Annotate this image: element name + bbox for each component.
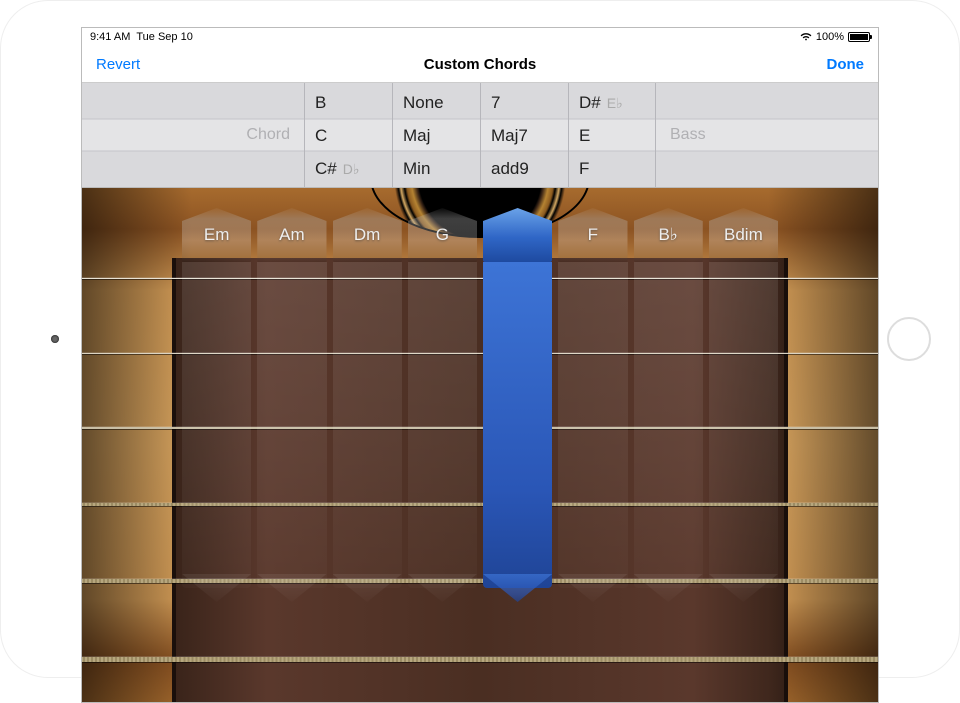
chord-strip-4[interactable]: G <box>408 208 477 568</box>
picker-opt: add9 <box>491 152 558 185</box>
guitar-surface: Em Am Dm G CM7/E <box>82 188 878 702</box>
wifi-icon <box>800 32 812 42</box>
chord-body[interactable] <box>182 262 251 588</box>
chord-label: CM7/E <box>483 208 552 262</box>
picker-col-quality[interactable]: None Maj Min <box>392 83 480 187</box>
chord-picker: Chord B C C#D♭ None Maj Min 7 Maj7 add9 <box>82 82 878 188</box>
battery-icon <box>848 32 870 42</box>
picker-opt: D#E♭ <box>579 86 645 119</box>
picker-opt: B <box>315 86 382 119</box>
picker-opt: C#D♭ <box>315 152 382 185</box>
chord-body[interactable] <box>709 262 778 588</box>
status-battery-pct: 100% <box>816 31 844 43</box>
status-bar: 9:41 AM Tue Sep 10 100% <box>82 28 878 46</box>
chord-strip-6[interactable]: F <box>558 208 627 568</box>
chord-strip-8[interactable]: Bdim <box>709 208 778 568</box>
chord-strip-5[interactable]: CM7/E <box>483 208 552 568</box>
chord-body[interactable] <box>333 262 402 588</box>
chord-body[interactable] <box>483 262 552 588</box>
chord-strip-row: Em Am Dm G CM7/E <box>182 208 778 568</box>
picker-opt: 7 <box>491 86 558 119</box>
picker-opt-selected: Maj7 <box>491 119 558 152</box>
chord-label: Dm <box>333 208 402 262</box>
chord-label: B♭ <box>634 208 703 262</box>
chord-strip-2[interactable]: Am <box>257 208 326 568</box>
picker-col-bass[interactable]: D#E♭ E F <box>568 83 656 187</box>
picker-opt: Min <box>403 152 470 185</box>
chord-label: Bdim <box>709 208 778 262</box>
status-date: Tue Sep 10 <box>136 31 192 43</box>
nav-title: Custom Chords <box>424 56 537 73</box>
picker-opt-selected: Maj <box>403 119 470 152</box>
chord-label: Am <box>257 208 326 262</box>
nav-bar: Revert Custom Chords Done <box>82 46 878 82</box>
picker-columns: B C C#D♭ None Maj Min 7 Maj7 add9 D#E♭ E <box>304 83 656 187</box>
done-button[interactable]: Done <box>827 56 865 73</box>
picker-opt-selected: E <box>579 119 645 152</box>
chord-strip-3[interactable]: Dm <box>333 208 402 568</box>
chord-body[interactable] <box>408 262 477 588</box>
chord-body[interactable] <box>257 262 326 588</box>
chord-body[interactable] <box>558 262 627 588</box>
front-camera <box>51 335 59 343</box>
screen: 9:41 AM Tue Sep 10 100% Revert Custom Ch… <box>81 27 879 703</box>
chord-label: F <box>558 208 627 262</box>
chord-label: Em <box>182 208 251 262</box>
picker-label-bass: Bass <box>656 126 726 144</box>
chord-strip-7[interactable]: B♭ <box>634 208 703 568</box>
picker-opt: F <box>579 152 645 185</box>
picker-col-root[interactable]: B C C#D♭ <box>304 83 392 187</box>
chord-strip-1[interactable]: Em <box>182 208 251 568</box>
chord-body[interactable] <box>634 262 703 588</box>
home-button[interactable] <box>887 317 931 361</box>
picker-label-chord: Chord <box>234 126 304 144</box>
picker-opt-selected: C <box>315 119 382 152</box>
picker-col-extension[interactable]: 7 Maj7 add9 <box>480 83 568 187</box>
picker-opt: None <box>403 86 470 119</box>
ipad-frame: 9:41 AM Tue Sep 10 100% Revert Custom Ch… <box>0 0 960 678</box>
status-time: 9:41 AM <box>90 31 130 43</box>
chord-label: G <box>408 208 477 262</box>
revert-button[interactable]: Revert <box>96 56 140 73</box>
